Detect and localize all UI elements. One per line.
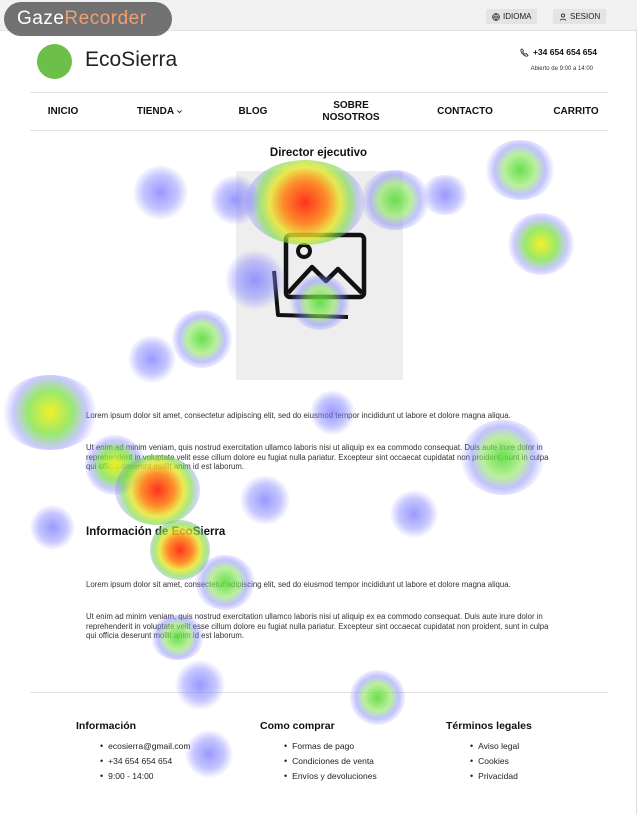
gazerecorder-watermark: GazeRecorder (4, 2, 172, 36)
director-image (236, 171, 403, 380)
footer-link-condiciones[interactable]: Condiciones de venta (284, 754, 377, 769)
nav-item-carrito[interactable]: CARRITO (544, 93, 608, 130)
director-paragraph-2: Ut enim ad minim veniam, quis nostrud ex… (86, 443, 549, 472)
login-label: SESION (570, 12, 601, 21)
footer-hours: 9:00 - 14:00 (100, 769, 190, 784)
nav-item-sobre-nosotros[interactable]: SOBRE NOSOTROS (315, 93, 387, 130)
nav-label: CONTACTO (437, 105, 493, 117)
footer-list-informacion: ecosierra@gmail.com +34 654 654 654 9:00… (100, 739, 190, 784)
footer-email-link[interactable]: ecosierra@gmail.com (100, 739, 190, 754)
main-navigation: INICIO TIENDA BLOG SOBRE NOSOTROS CONTAC… (30, 92, 608, 131)
heatmap-blob (350, 670, 405, 725)
footer-heading-terminos: Términos legales (446, 720, 532, 732)
phone-icon (520, 47, 529, 57)
nav-item-contacto[interactable]: CONTACTO (428, 93, 502, 130)
heatmap-blob (185, 730, 233, 778)
nav-item-blog[interactable]: BLOG (230, 93, 276, 130)
nav-label: CARRITO (553, 105, 599, 117)
heatmap-blob (0, 375, 100, 450)
opening-hours: Abierto de 9:00 a 14:00 (530, 66, 593, 72)
info-paragraph-1: Lorem ipsum dolor sit amet, consectetur … (86, 580, 511, 589)
footer-item-text: Envíos y devoluciones (292, 771, 377, 781)
watermark-part2: Recorder (64, 8, 147, 29)
nav-label: SOBRE NOSOTROS (322, 99, 380, 123)
footer-item-text: ecosierra@gmail.com (108, 741, 191, 751)
header-phone[interactable]: +34 654 654 654 (520, 47, 597, 57)
footer-heading-informacion: Información (76, 720, 137, 732)
footer-link-envios[interactable]: Envíos y devoluciones (284, 769, 377, 784)
director-title: Director ejecutivo (269, 147, 368, 159)
heatmap-blob (240, 475, 290, 525)
footer-item-text: +34 654 654 654 (108, 756, 173, 766)
footer-link-aviso-legal[interactable]: Aviso legal (470, 739, 519, 754)
footer-link-cookies[interactable]: Cookies (470, 754, 519, 769)
footer-link-privacidad[interactable]: Privacidad (470, 769, 519, 784)
director-paragraph-1: Lorem ipsum dolor sit amet, consectetur … (86, 411, 511, 420)
footer-link-formas-de-pago[interactable]: Formas de pago (284, 739, 377, 754)
footer-list-como-comprar: Formas de pago Condiciones de venta Enví… (284, 739, 377, 784)
footer-phone-link[interactable]: +34 654 654 654 (100, 754, 190, 769)
footer-divider (30, 692, 608, 693)
nav-item-inicio[interactable]: INICIO (40, 93, 86, 130)
heatmap-blob (172, 310, 232, 368)
footer-item-text: Formas de pago (292, 741, 355, 751)
heatmap-blob (420, 175, 470, 215)
heatmap-blob (508, 213, 574, 275)
heatmap-blob (175, 660, 225, 710)
globe-icon (492, 12, 500, 21)
nav-label: INICIO (47, 105, 79, 117)
heatmap-blob (133, 165, 188, 220)
nav-label: TIENDA (136, 105, 175, 117)
heatmap-blob (390, 490, 438, 538)
user-icon (559, 13, 567, 21)
footer-item-text: Condiciones de venta (292, 756, 374, 766)
info-paragraph-2: Ut enim ad minim veniam, quis nostrud ex… (86, 612, 549, 641)
image-placeholder-icon (272, 232, 367, 319)
chevron-down-icon (177, 110, 183, 114)
nav-item-tienda[interactable]: TIENDA (130, 93, 190, 130)
language-label: IDIOMA (503, 12, 532, 21)
login-button[interactable]: SESION (553, 9, 607, 24)
nav-label: BLOG (238, 105, 268, 117)
heatmap-blob (128, 335, 176, 383)
footer-item-text: 9:00 - 14:00 (108, 771, 154, 781)
footer-list-terminos: Aviso legal Cookies Privacidad (470, 739, 519, 784)
footer-item-text: Privacidad (478, 771, 518, 781)
heatmap-blob (30, 505, 75, 550)
brand-name[interactable]: EcoSierra (85, 48, 177, 72)
watermark-part1: Gaze (17, 8, 65, 29)
footer-item-text: Cookies (478, 756, 509, 766)
language-button[interactable]: IDIOMA (486, 9, 538, 24)
footer-item-text: Aviso legal (478, 741, 520, 751)
footer-heading-como-comprar: Como comprar (260, 720, 335, 732)
logo-icon[interactable] (37, 44, 72, 79)
info-title: Información de EcoSierra (86, 526, 226, 538)
phone-number: +34 654 654 654 (532, 47, 597, 57)
